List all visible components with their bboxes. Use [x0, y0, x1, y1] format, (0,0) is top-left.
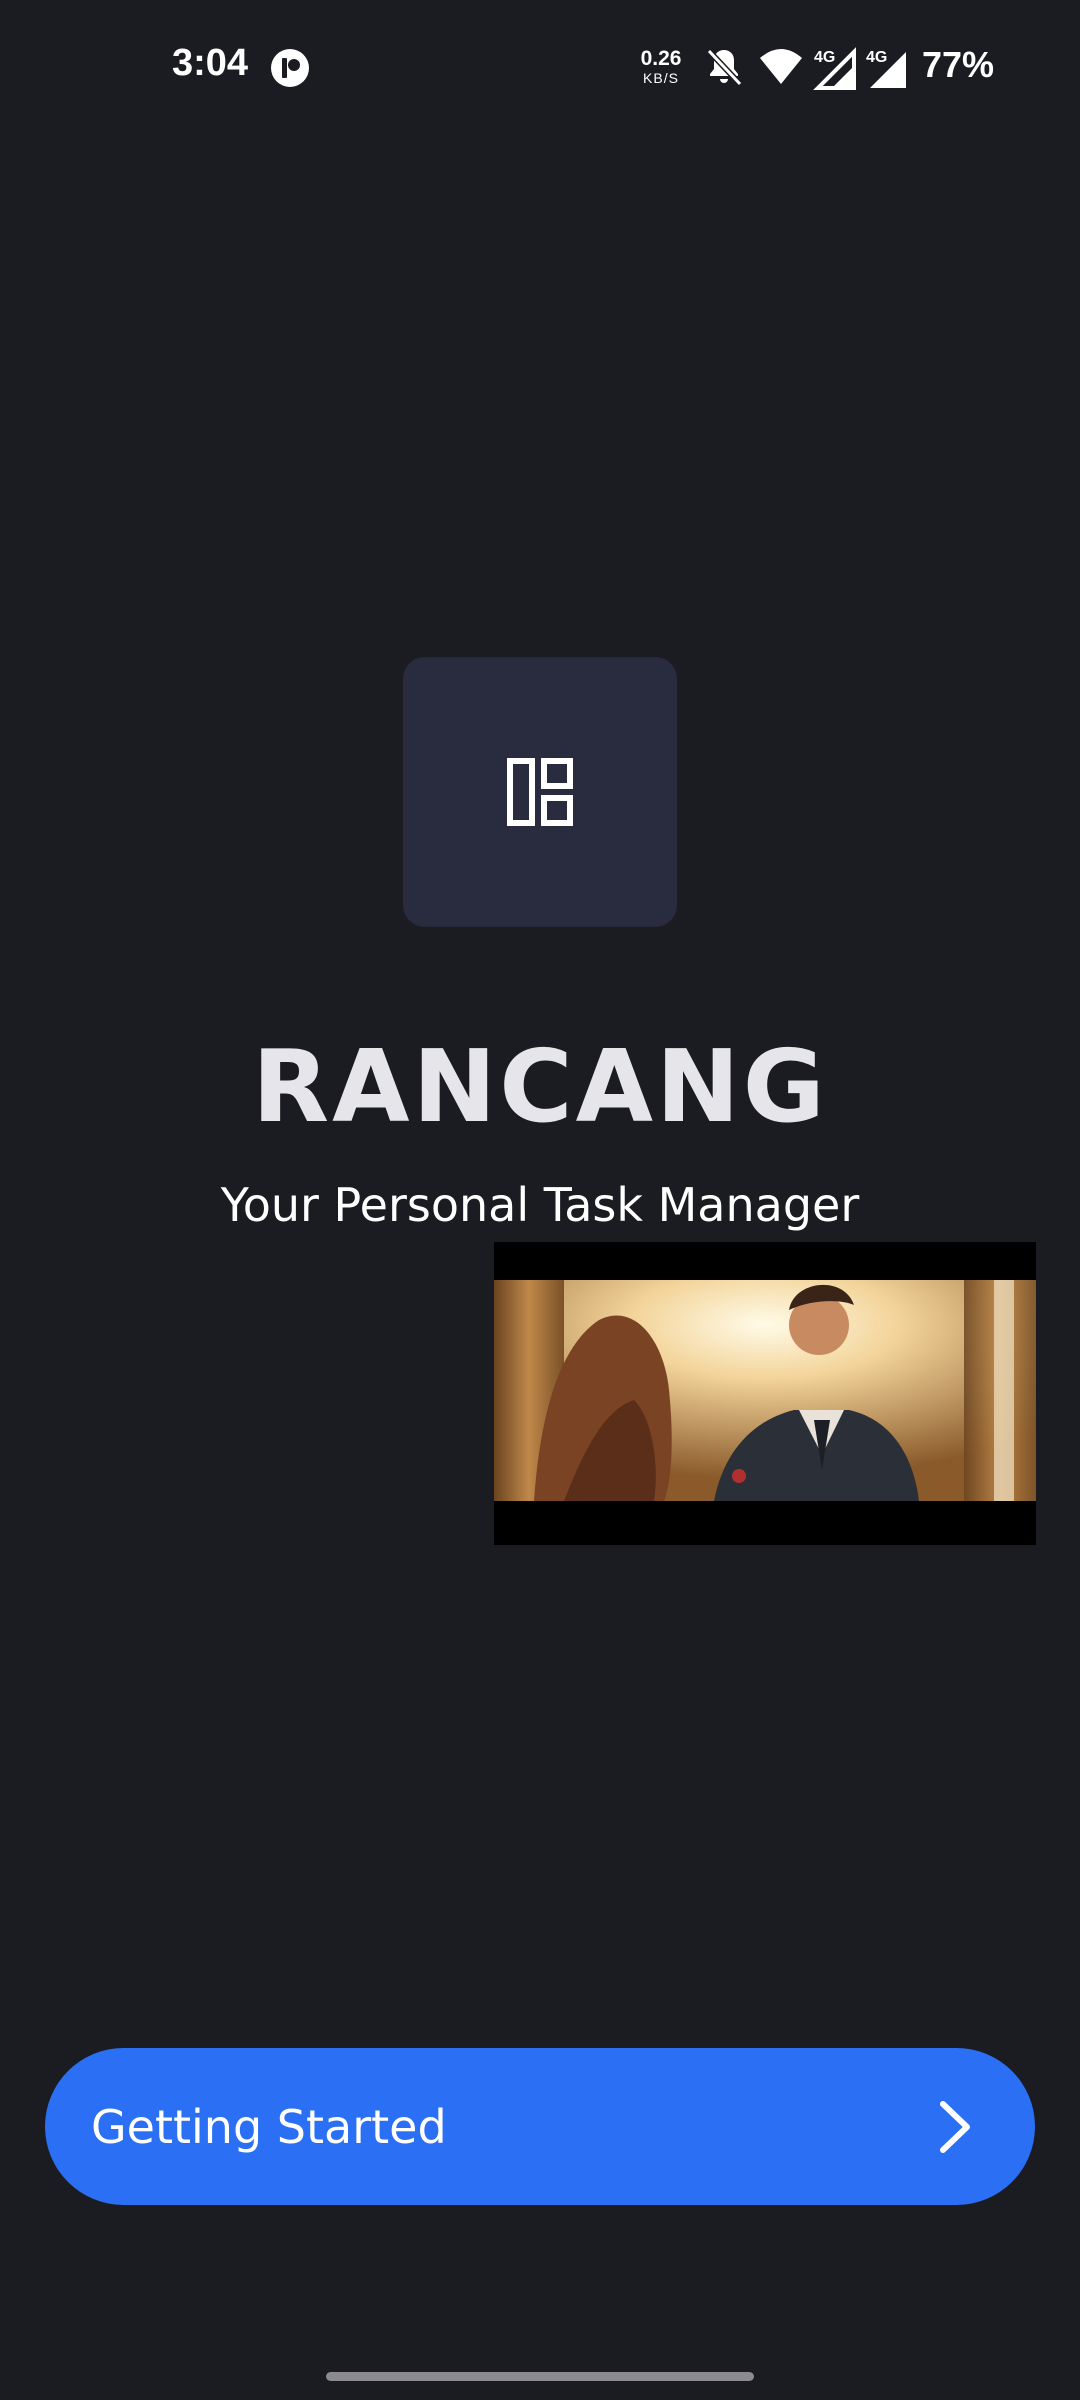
bell-muted-icon — [704, 46, 744, 88]
video-thumbnail — [494, 1280, 1036, 1501]
cell-signal-icon: 4G — [864, 46, 910, 90]
wifi-icon — [758, 46, 804, 86]
floating-video-player[interactable] — [494, 1242, 1036, 1545]
getting-started-button[interactable]: Getting Started — [45, 2048, 1035, 2205]
app-notification-icon — [270, 48, 310, 88]
app-subtitle: Your Personal Task Manager — [220, 1178, 860, 1232]
onboarding-screen: 3:04 0.26 KB/S 4G 4G 77% RANCANG Your Pe… — [0, 0, 1080, 2400]
signal-1-label: 4G — [814, 49, 835, 66]
app-title: RANCANG — [252, 1028, 828, 1145]
status-time: 3:04 — [172, 42, 249, 84]
dashboard-layout-icon — [507, 758, 573, 826]
network-speed: 0.26 KB/S — [636, 48, 686, 85]
network-speed-unit: KB/S — [643, 70, 679, 86]
getting-started-label: Getting Started — [91, 2099, 447, 2154]
chevron-right-icon — [935, 2098, 975, 2156]
app-logo — [403, 657, 677, 927]
network-speed-value: 0.26 — [640, 47, 682, 70]
cell-signal-icon: 4G — [812, 46, 858, 90]
status-bar: 3:04 0.26 KB/S 4G 4G 77% — [0, 0, 1080, 140]
battery-percentage: 77% — [922, 44, 995, 85]
signal-2-label: 4G — [866, 49, 887, 66]
home-indicator[interactable] — [326, 2372, 754, 2381]
